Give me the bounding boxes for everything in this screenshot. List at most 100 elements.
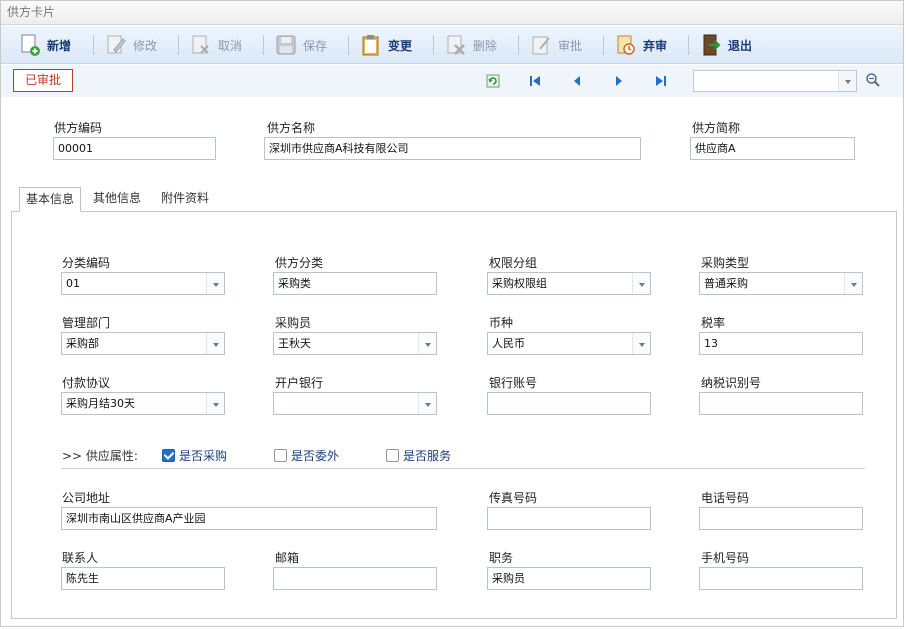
bank-account-field[interactable] — [487, 392, 651, 415]
exit-button[interactable]: 退出 — [700, 31, 752, 59]
chevron-down-icon[interactable] — [418, 333, 436, 354]
currency-value: 人民币 — [492, 337, 525, 350]
floppy-icon — [276, 35, 296, 55]
tax-id-field[interactable] — [699, 392, 863, 415]
category-code-label: 分类编码 — [62, 256, 111, 270]
job-title-field[interactable]: 采购员 — [487, 567, 651, 590]
address-field[interactable]: 深圳市南山区供应商A产业园 — [61, 507, 437, 530]
is-purchase-checkbox[interactable] — [162, 449, 175, 462]
clipboard-icon — [362, 35, 379, 56]
supplier-category-field[interactable]: 采购类 — [273, 272, 437, 295]
toolbar-separator — [93, 35, 94, 55]
toolbar-separator — [263, 35, 264, 55]
currency-select[interactable]: 人民币 — [487, 332, 651, 355]
is-service-label: 是否服务 — [403, 449, 452, 463]
delete-doc-icon — [447, 35, 465, 55]
supplier-name-field[interactable]: 深圳市供应商A科技有限公司 — [264, 137, 641, 160]
payment-terms-value: 采购月结30天 — [66, 397, 135, 410]
permission-group-select[interactable]: 采购权限组 — [487, 272, 651, 295]
tax-id-label: 纳税识别号 — [701, 376, 762, 390]
department-select[interactable]: 采购部 — [61, 332, 225, 355]
buyer-select[interactable]: 王秋天 — [273, 332, 437, 355]
tab-attachments[interactable]: 附件资料 — [155, 187, 215, 212]
last-record-icon[interactable] — [654, 74, 668, 88]
purchase-type-label: 采购类型 — [701, 256, 750, 270]
mobile-field[interactable] — [699, 567, 863, 590]
tab-other-info[interactable]: 其他信息 — [87, 187, 147, 212]
supplier-name-label: 供方名称 — [267, 121, 316, 135]
bank-account-label: 银行账号 — [489, 376, 538, 390]
toolbar-separator — [348, 35, 349, 55]
approve-doc-icon — [532, 36, 550, 55]
record-search-combo[interactable] — [693, 70, 857, 92]
refresh-icon[interactable] — [486, 74, 500, 88]
contact-field[interactable]: 陈先生 — [61, 567, 225, 590]
currency-label: 币种 — [489, 316, 514, 330]
chevron-down-icon[interactable] — [206, 393, 224, 414]
next-record-icon[interactable] — [612, 74, 626, 88]
is-outsource-checkbox[interactable] — [274, 449, 287, 462]
chevron-down-icon[interactable] — [838, 71, 856, 91]
tax-rate-field[interactable]: 13 — [699, 332, 863, 355]
email-field[interactable] — [273, 567, 437, 590]
new-button[interactable]: 新增 — [19, 31, 71, 59]
change-button[interactable]: 变更 — [360, 31, 412, 59]
is-outsource-label: 是否委外 — [291, 449, 340, 463]
is-purchase-label: 是否采购 — [179, 449, 228, 463]
is-service-checkbox[interactable] — [386, 449, 399, 462]
status-badge: 已审批 — [13, 69, 73, 92]
chevron-down-icon[interactable] — [206, 273, 224, 294]
search-icon[interactable] — [865, 72, 881, 88]
permission-group-label: 权限分组 — [489, 256, 538, 270]
phone-label: 电话号码 — [701, 491, 750, 505]
buyer-value: 王秋天 — [278, 337, 311, 350]
chevron-down-icon[interactable] — [632, 273, 650, 294]
tab-basic-info[interactable]: 基本信息 — [19, 187, 81, 212]
email-label: 邮箱 — [275, 551, 300, 565]
delete-button[interactable]: 删除 — [445, 31, 497, 59]
permission-group-value: 采购权限组 — [492, 277, 547, 290]
address-label: 公司地址 — [62, 491, 111, 505]
unapprove-doc-icon — [617, 35, 635, 55]
section-divider — [61, 468, 865, 469]
toolbar-separator — [688, 35, 689, 55]
add-doc-icon — [21, 34, 40, 56]
tax-rate-label: 税率 — [701, 316, 726, 330]
phone-field[interactable] — [699, 507, 863, 530]
record-nav-bar: 已审批 — [1, 65, 903, 97]
bank-select[interactable] — [273, 392, 437, 415]
supply-attributes-label: >> 供应属性: — [62, 449, 138, 463]
category-code-select[interactable]: 01 — [61, 272, 225, 295]
cancel-doc-icon — [192, 35, 209, 54]
first-record-icon[interactable] — [528, 74, 542, 88]
toolbar-separator — [603, 35, 604, 55]
supplier-card-window: 供方卡片 新增 修改 取消 保存 变更 删除 审批 弃审 退出 已审批 供方编码… — [0, 0, 904, 627]
previous-record-icon[interactable] — [570, 74, 584, 88]
edit-doc-icon — [107, 35, 126, 54]
chevron-down-icon[interactable] — [418, 393, 436, 414]
contact-label: 联系人 — [62, 551, 99, 565]
fax-field[interactable] — [487, 507, 651, 530]
edit-button[interactable]: 修改 — [105, 31, 157, 59]
save-button[interactable]: 保存 — [275, 31, 327, 59]
fax-label: 传真号码 — [489, 491, 538, 505]
department-value: 采购部 — [66, 337, 99, 350]
supplier-code-field[interactable]: 00001 — [53, 137, 216, 160]
toolbar-separator — [518, 35, 519, 55]
chevron-down-icon[interactable] — [844, 273, 862, 294]
chevron-down-icon[interactable] — [632, 333, 650, 354]
buyer-label: 采购员 — [275, 316, 312, 330]
unapprove-button[interactable]: 弃审 — [615, 31, 667, 59]
job-title-label: 职务 — [489, 551, 514, 565]
supplier-short-name-field[interactable]: 供应商A — [690, 137, 855, 160]
toolbar-separator — [178, 35, 179, 55]
purchase-type-select[interactable]: 普通采购 — [699, 272, 863, 295]
window-title: 供方卡片 — [1, 1, 903, 25]
chevron-down-icon[interactable] — [206, 333, 224, 354]
payment-terms-select[interactable]: 采购月结30天 — [61, 392, 225, 415]
approve-button[interactable]: 审批 — [530, 31, 582, 59]
cancel-button[interactable]: 取消 — [190, 31, 242, 59]
category-code-value: 01 — [66, 277, 80, 290]
purchase-type-value: 普通采购 — [704, 277, 748, 290]
supplier-short-name-label: 供方简称 — [692, 121, 741, 135]
